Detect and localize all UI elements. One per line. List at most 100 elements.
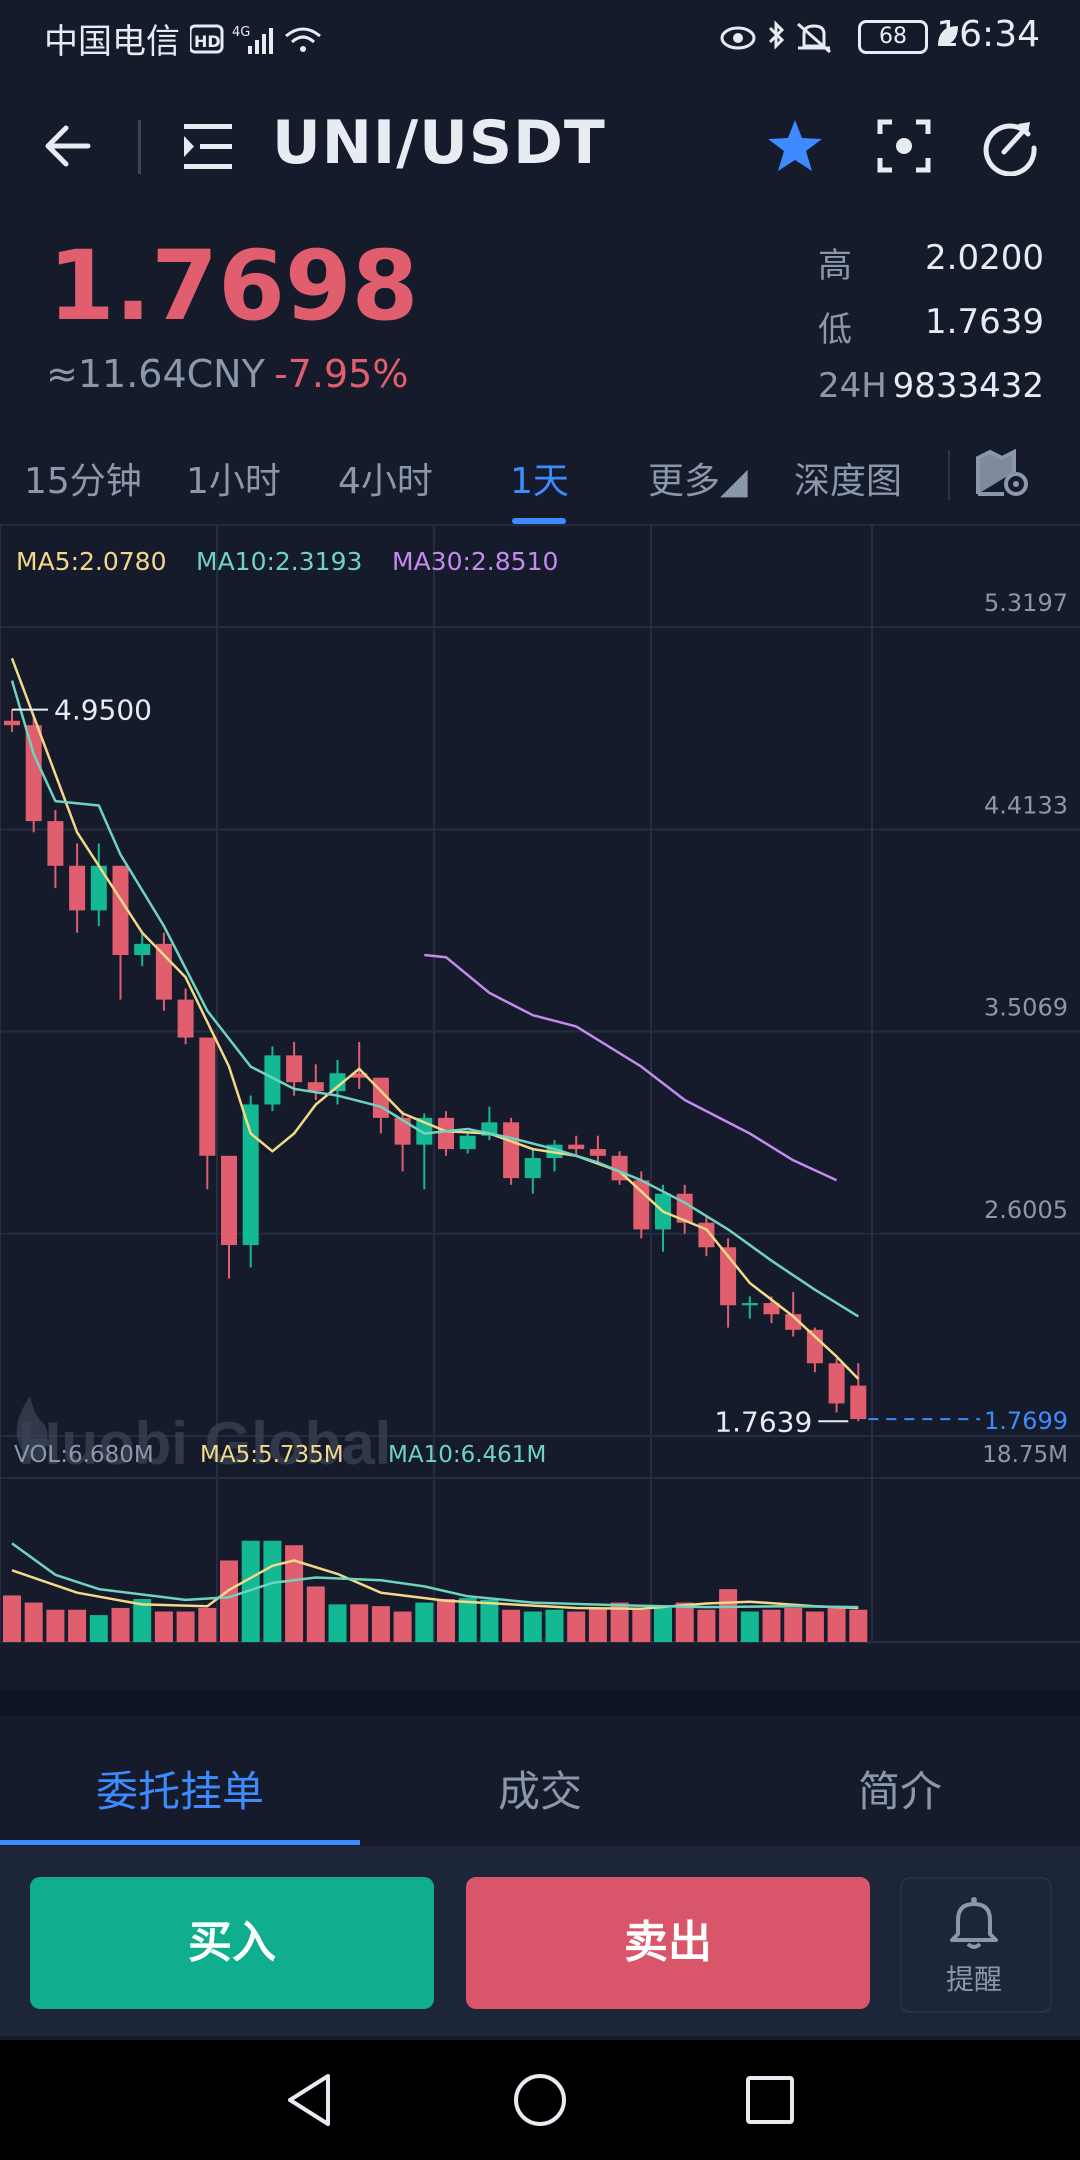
price-chart[interactable]: 5.31974.41333.50692.6005 Huobi Global 4.… — [0, 526, 1080, 1646]
volume-bar — [654, 1607, 672, 1642]
tab-trades[interactable]: 成交 — [498, 1758, 582, 1819]
volume-bar — [762, 1609, 781, 1642]
volume-bar — [371, 1606, 390, 1642]
volume-bar — [89, 1615, 108, 1642]
volume-bar — [632, 1609, 651, 1642]
bluetooth-icon — [768, 20, 785, 50]
battery-indicator: 68 — [858, 20, 928, 54]
volume-bar — [784, 1607, 803, 1642]
tab-divider — [948, 450, 950, 500]
candle-body — [589, 1149, 606, 1156]
tab-info[interactable]: 简介 — [858, 1758, 942, 1819]
volume-bar — [24, 1602, 43, 1642]
volume-bar — [46, 1609, 65, 1642]
volume-bar — [68, 1609, 87, 1642]
header-divider — [138, 120, 141, 174]
screenshot-icon[interactable] — [876, 118, 932, 174]
volume-bar — [328, 1604, 347, 1642]
tab-open-orders[interactable]: 委托挂单 — [96, 1758, 264, 1819]
candle-body — [524, 1158, 541, 1179]
y-tick-label: 4.4133 — [984, 791, 1068, 819]
candle-body — [568, 1144, 585, 1150]
last-price-label: 1.7699 — [984, 1407, 1068, 1435]
candle-body — [850, 1385, 867, 1420]
candle-body — [503, 1122, 520, 1179]
low-value: 1.7639 — [925, 302, 1044, 342]
star-icon[interactable] — [766, 118, 824, 174]
candle-body — [134, 943, 151, 956]
candle-body — [47, 821, 64, 866]
pair-title: UNI/USDT — [272, 108, 606, 178]
volume-bar — [350, 1604, 369, 1642]
vol-legend-vol: VOL:6.680M — [14, 1442, 154, 1468]
nav-home-icon[interactable] — [512, 2072, 568, 2128]
section-gap — [0, 1690, 1080, 1716]
candle-body — [4, 720, 20, 726]
status-icons — [720, 20, 831, 54]
candle-body — [242, 1104, 259, 1246]
candle-body — [199, 1037, 216, 1156]
candle-body — [438, 1117, 454, 1150]
volume-bar — [176, 1611, 195, 1642]
candle-body — [112, 865, 129, 956]
candle-body — [394, 1117, 411, 1145]
high-label: 高 — [818, 246, 852, 286]
low-label: 低 — [818, 310, 852, 350]
volume-bar — [480, 1599, 499, 1642]
legend-ma5: MA5:2.0780 — [16, 547, 166, 576]
volume-bar — [198, 1607, 217, 1642]
vol-legend-ma10: MA10:6.461M — [388, 1442, 547, 1468]
chart-settings-icon[interactable] — [974, 448, 1032, 498]
price-change: -7.95% — [274, 352, 409, 396]
candle-body — [741, 1303, 758, 1306]
volume-bar — [502, 1609, 521, 1642]
network-label: 4G — [232, 25, 250, 40]
volume-bar — [393, 1611, 412, 1642]
buy-button[interactable]: 买入 — [30, 1877, 434, 2009]
y-tick-label: 5.3197 — [984, 589, 1068, 617]
candle-body — [155, 943, 172, 1000]
refresh-icon[interactable] — [980, 116, 1040, 176]
tab-1d[interactable]: 1天 — [510, 452, 569, 504]
volume-bar — [437, 1598, 455, 1642]
sell-button[interactable]: 卖出 — [466, 1877, 870, 2009]
volume-bar — [827, 1606, 846, 1642]
volume-bar — [111, 1607, 130, 1642]
tab-4h[interactable]: 4小时 — [338, 452, 433, 504]
bottom-tab-underline — [0, 1840, 360, 1845]
volume-bar — [3, 1595, 21, 1642]
back-icon[interactable] — [40, 118, 96, 174]
vol-legend-ma5: MA5:5.735M — [200, 1442, 344, 1468]
volume-bar — [675, 1602, 694, 1642]
volume-bar — [263, 1540, 282, 1642]
volume-bar — [220, 1560, 238, 1642]
volume-bar — [154, 1611, 173, 1642]
vol-max-label: 18.75M — [982, 1442, 1068, 1468]
volume-bar — [697, 1609, 716, 1642]
nav-recents-icon[interactable] — [744, 2074, 796, 2126]
volume-bar — [805, 1611, 824, 1642]
menu-icon[interactable] — [182, 120, 238, 174]
tab-depth[interactable]: 深度图 — [794, 452, 902, 504]
legend-ma30: MA30:2.8510 — [392, 547, 558, 576]
max-price-label: 4.9500 — [54, 694, 152, 727]
candle-body — [177, 999, 194, 1038]
volume-bar — [588, 1607, 607, 1642]
nav-back-icon[interactable] — [284, 2072, 336, 2128]
carrier-label: 中国电信 — [44, 22, 180, 62]
volume-bar — [849, 1609, 868, 1642]
volume-bar — [719, 1589, 738, 1642]
cny-price: ≈11.64CNY — [46, 352, 265, 396]
volume-bar — [306, 1586, 325, 1642]
tab-15m[interactable]: 15分钟 — [24, 452, 142, 504]
tab-1h[interactable]: 1小时 — [186, 452, 281, 504]
vol24-label: 24H — [818, 366, 887, 406]
status-bar: 中国电信 HD 4G 68 16:34 — [0, 0, 1080, 72]
candle-body — [307, 1082, 324, 1092]
candle-body — [286, 1055, 303, 1083]
volume-bar — [458, 1598, 477, 1642]
candle-body — [828, 1363, 845, 1404]
alert-label: 提醒 — [945, 1963, 1002, 1996]
legend-ma10: MA10:2.3193 — [196, 547, 362, 576]
tab-more[interactable]: 更多◢ — [648, 452, 748, 504]
